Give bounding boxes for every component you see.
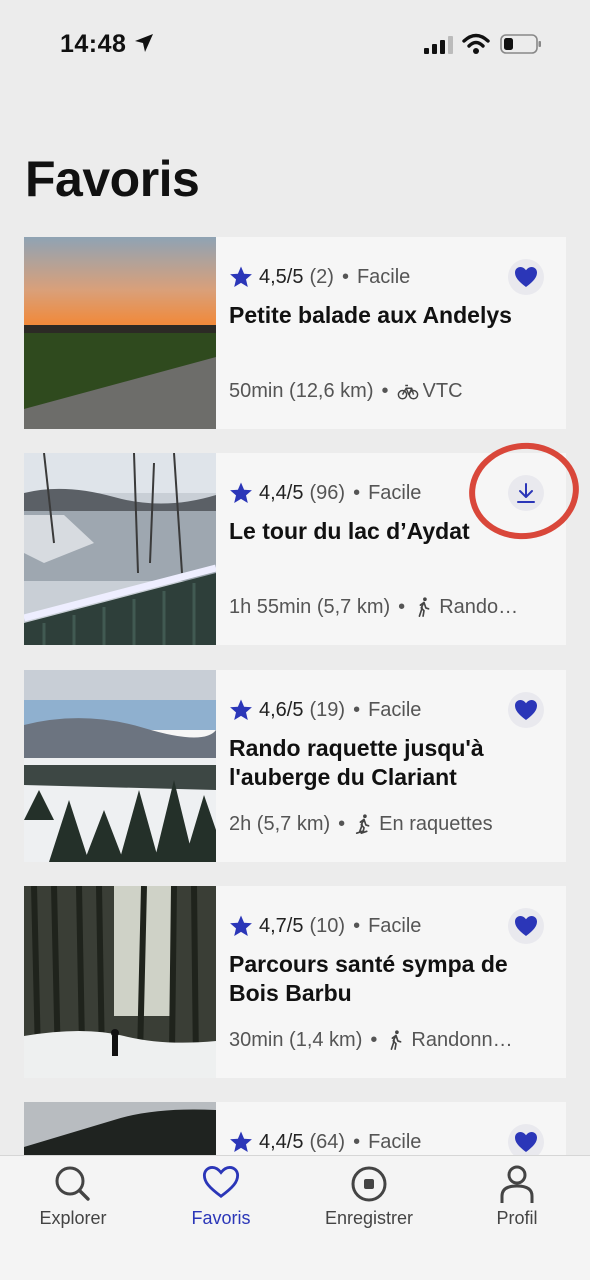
route-photo — [24, 670, 216, 862]
page-title: Favoris — [25, 151, 200, 207]
search-icon — [55, 1166, 90, 1201]
location-arrow-icon — [135, 34, 153, 52]
bottom-tab-bar: Explorer Favoris Enregistrer Profil — [0, 1155, 590, 1280]
rating-value: 4,6/5 — [259, 698, 304, 721]
review-count: (96) — [309, 481, 346, 504]
route-stats: 50min (12,6 km) • VTC — [229, 377, 547, 405]
star-icon — [230, 482, 252, 503]
activity-type: En raquettes — [379, 812, 493, 835]
rating-row: 4,4/5 (96) • Facile — [229, 479, 421, 507]
route-photo — [24, 237, 216, 429]
review-count: (19) — [309, 698, 346, 721]
star-icon — [230, 1131, 252, 1152]
tab-explorer[interactable]: Explorer — [3, 1156, 143, 1246]
route-duration: 50min (12,6 km) — [229, 379, 374, 402]
rating-value: 4,4/5 — [259, 1130, 304, 1153]
tab-label: Profil — [496, 1208, 538, 1228]
cellular-signal-icon — [424, 36, 453, 54]
review-count: (64) — [309, 1130, 346, 1153]
heart-icon — [202, 1166, 240, 1199]
bike-icon — [397, 384, 418, 400]
route-card[interactable]: 4,6/5 (19) • Facile Rando raquette jusqu… — [24, 670, 566, 862]
favorite-heart-button[interactable] — [508, 1124, 544, 1155]
route-duration: 1h 55min (5,7 km) — [229, 595, 391, 618]
snowshoe-icon — [356, 814, 370, 834]
battery-icon — [500, 34, 541, 54]
review-count: (2) — [309, 265, 334, 288]
route-stats: 2h (5,7 km) • En raquettes — [229, 810, 547, 838]
heart-icon — [515, 267, 537, 287]
tab-profil[interactable]: Profil — [447, 1156, 587, 1246]
separator-dot: • — [353, 481, 361, 504]
heart-icon — [515, 916, 537, 936]
route-card[interactable]: 4,4/5 (64) • Facile — [24, 1102, 566, 1155]
wifi-icon — [462, 33, 490, 54]
separator-dot: • — [398, 595, 406, 618]
rating-value: 4,5/5 — [259, 265, 304, 288]
separator-dot: • — [341, 265, 349, 288]
route-title[interactable]: Petite balade aux Andelys — [229, 301, 547, 330]
activity-type: Rando… — [439, 595, 519, 618]
rating-row: 4,4/5 (64) • Facile — [229, 1128, 421, 1155]
hiker-icon — [390, 1030, 402, 1050]
route-card[interactable]: 4,5/5 (2) • Facile Petite balade aux And… — [24, 237, 566, 429]
difficulty-label: Facile — [368, 481, 422, 504]
rating-row: 4,5/5 (2) • Facile — [229, 263, 410, 291]
difficulty-label: Facile — [368, 914, 422, 937]
rating-row: 4,6/5 (19) • Facile — [229, 696, 421, 724]
tab-enregistrer[interactable]: Enregistrer — [299, 1156, 439, 1246]
route-duration: 30min (1,4 km) — [229, 1028, 363, 1051]
route-card[interactable]: 4,7/5 (10) • Facile Parcours santé sympa… — [24, 886, 566, 1078]
favorite-heart-button[interactable] — [508, 908, 544, 944]
person-icon — [500, 1165, 534, 1203]
favorite-heart-button[interactable] — [508, 692, 544, 728]
favorite-heart-button[interactable] — [508, 259, 544, 295]
tab-favoris[interactable]: Favoris — [151, 1156, 291, 1246]
route-photo — [24, 886, 216, 1078]
record-icon — [351, 1166, 387, 1202]
separator-dot: • — [353, 698, 361, 721]
route-stats: 1h 55min (5,7 km) • Rando… — [229, 593, 547, 621]
heart-icon — [515, 1132, 537, 1152]
route-duration: 2h (5,7 km) — [229, 812, 331, 835]
status-time: 14:48 — [60, 30, 127, 58]
separator-dot: • — [381, 379, 389, 402]
rating-row: 4,7/5 (10) • Facile — [229, 912, 421, 940]
difficulty-label: Facile — [356, 265, 411, 288]
tab-label: Explorer — [39, 1208, 107, 1228]
route-photo — [24, 453, 216, 645]
activity-type: VTC — [422, 379, 463, 402]
star-icon — [230, 266, 252, 287]
heart-icon — [515, 700, 537, 720]
route-title[interactable]: Rando raquette jusqu'à l'auberge du Clar… — [229, 734, 547, 792]
route-photo — [24, 1102, 216, 1155]
separator-dot: • — [353, 1130, 361, 1153]
rating-value: 4,7/5 — [259, 914, 304, 937]
rating-value: 4,4/5 — [259, 481, 304, 504]
status-bar: 14:48 — [0, 0, 590, 90]
star-icon — [230, 915, 252, 936]
difficulty-label: Facile — [368, 698, 422, 721]
difficulty-label: Facile — [368, 1130, 422, 1153]
tab-label: Favoris — [191, 1208, 251, 1228]
activity-type: Randonn… — [411, 1028, 513, 1051]
separator-dot: • — [353, 914, 361, 937]
review-count: (10) — [309, 914, 346, 937]
separator-dot: • — [370, 1028, 378, 1051]
tab-label: Enregistrer — [324, 1208, 414, 1228]
route-title[interactable]: Parcours santé sympa de Bois Barbu — [229, 950, 547, 1008]
hiker-icon — [418, 597, 430, 617]
star-icon — [230, 699, 252, 720]
route-stats: 30min (1,4 km) • Randonn… — [229, 1026, 547, 1054]
separator-dot: • — [338, 812, 346, 835]
